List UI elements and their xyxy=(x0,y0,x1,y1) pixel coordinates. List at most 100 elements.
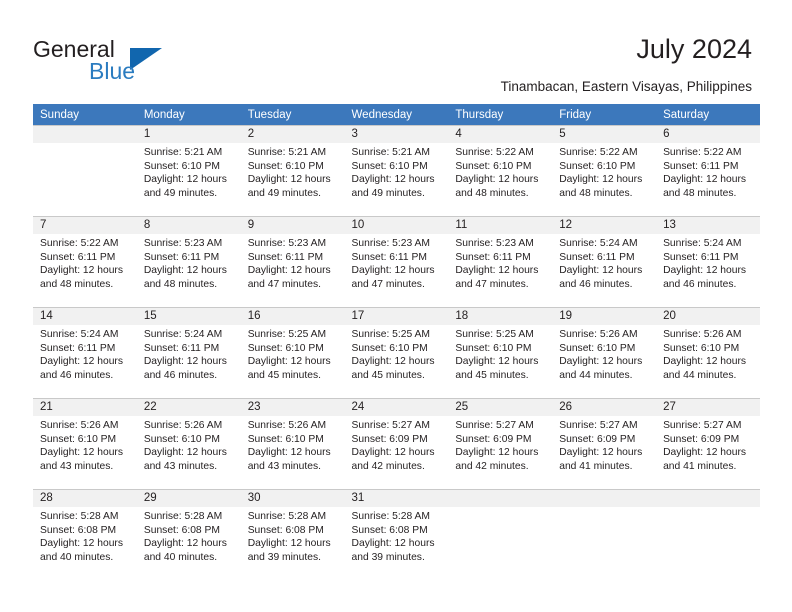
calendar-day-cell[interactable]: 25 Sunrise: 5:27 AM Sunset: 6:09 PM Dayligh… xyxy=(448,398,553,490)
day-details: Sunrise: 5:27 AM Sunset: 6:09 PM Daylight:… xyxy=(448,416,552,473)
location-subtitle: Tinambacan, Eastern Visayas, Philippines xyxy=(500,79,752,94)
day-number xyxy=(448,490,553,507)
day-details: Sunrise: 5:23 AM Sunset: 6:11 PM Daylight:… xyxy=(241,234,345,291)
daylight-text-line1: Daylight: 12 hours xyxy=(559,356,643,368)
daylight-text-line1: Daylight: 12 hours xyxy=(143,174,227,186)
calendar-day-cell[interactable]: 6 Sunrise: 5:22 AM Sunset: 6:11 PM Daylight… xyxy=(656,125,760,217)
calendar-day-cell[interactable]: 24 Sunrise: 5:27 AM Sunset: 6:09 PM Dayligh… xyxy=(344,398,449,490)
sunrise-text: Sunrise: 5:23 AM xyxy=(351,238,430,249)
calendar-day-cell[interactable]: 14 Sunrise: 5:24 AM Sunset: 6:11 PM Dayligh… xyxy=(33,307,137,399)
weekday-header-wednesday: Wednesday xyxy=(344,104,449,126)
calendar-week-row: 14 Sunrise: 5:24 AM Sunset: 6:11 PM Dayligh… xyxy=(33,307,760,399)
day-cell-content: 30 Sunrise: 5:28 AM Sunset: 6:08 PM Dayligh… xyxy=(240,490,345,580)
calendar-day-cell[interactable]: 1 Sunrise: 5:21 AM Sunset: 6:10 PM Daylight… xyxy=(136,125,241,217)
calendar-day-cell[interactable]: 30 Sunrise: 5:28 AM Sunset: 6:08 PM Dayligh… xyxy=(240,489,345,580)
day-details: Sunrise: 5:23 AM Sunset: 6:11 PM Daylight:… xyxy=(345,234,449,291)
calendar-day-cell[interactable]: 4 Sunrise: 5:22 AM Sunset: 6:10 PM Daylight… xyxy=(448,125,553,217)
daylight-text-line2: and 48 minutes. xyxy=(143,278,218,290)
sunset-text: Sunset: 6:09 PM xyxy=(351,433,428,445)
calendar-day-cell[interactable]: 8 Sunrise: 5:23 AM Sunset: 6:11 PM Daylight… xyxy=(136,216,241,308)
day-number: 22 xyxy=(136,399,241,416)
calendar-day-cell[interactable]: 20 Sunrise: 5:26 AM Sunset: 6:10 PM Dayligh… xyxy=(656,307,760,399)
day-number: 10 xyxy=(344,217,449,234)
day-cell-content: 31 Sunrise: 5:28 AM Sunset: 6:08 PM Dayligh… xyxy=(344,490,449,580)
day-number: 27 xyxy=(656,399,760,416)
calendar-day-cell[interactable] xyxy=(448,489,553,580)
calendar-day-cell[interactable]: 29 Sunrise: 5:28 AM Sunset: 6:08 PM Dayligh… xyxy=(136,489,241,580)
day-number: 7 xyxy=(33,217,137,234)
calendar-day-cell[interactable]: 15 Sunrise: 5:24 AM Sunset: 6:11 PM Dayligh… xyxy=(136,307,241,399)
weekday-header-saturday: Saturday xyxy=(656,104,760,126)
day-details: Sunrise: 5:26 AM Sunset: 6:10 PM Daylight:… xyxy=(552,325,656,382)
sunrise-text: Sunrise: 5:23 AM xyxy=(455,238,534,249)
day-cell-content: 16 Sunrise: 5:25 AM Sunset: 6:10 PM Dayligh… xyxy=(240,308,345,398)
daylight-text-line1: Daylight: 12 hours xyxy=(247,538,331,550)
calendar-day-cell[interactable]: 26 Sunrise: 5:27 AM Sunset: 6:09 PM Dayligh… xyxy=(552,398,657,490)
day-details: Sunrise: 5:22 AM Sunset: 6:11 PM Daylight:… xyxy=(656,143,760,200)
day-details: Sunrise: 5:21 AM Sunset: 6:10 PM Daylight:… xyxy=(241,143,345,200)
day-cell-content: 10 Sunrise: 5:23 AM Sunset: 6:11 PM Dayligh… xyxy=(344,217,449,307)
weekday-header-monday: Monday xyxy=(136,104,241,126)
calendar-day-cell[interactable]: 31 Sunrise: 5:28 AM Sunset: 6:08 PM Dayligh… xyxy=(344,489,449,580)
daylight-text-line1: Daylight: 12 hours xyxy=(351,447,435,459)
daylight-text-line1: Daylight: 12 hours xyxy=(663,447,747,459)
daylight-text-line1: Daylight: 12 hours xyxy=(559,265,643,277)
day-details: Sunrise: 5:26 AM Sunset: 6:10 PM Daylight:… xyxy=(137,416,241,473)
sunset-text: Sunset: 6:10 PM xyxy=(663,342,740,354)
calendar-day-cell[interactable]: 10 Sunrise: 5:23 AM Sunset: 6:11 PM Dayligh… xyxy=(344,216,449,308)
calendar-day-cell[interactable]: 23 Sunrise: 5:26 AM Sunset: 6:10 PM Dayligh… xyxy=(240,398,345,490)
calendar-day-cell[interactable]: 2 Sunrise: 5:21 AM Sunset: 6:10 PM Daylight… xyxy=(240,125,345,217)
calendar-day-cell[interactable]: 13 Sunrise: 5:24 AM Sunset: 6:11 PM Dayligh… xyxy=(656,216,760,308)
sunrise-text: Sunrise: 5:25 AM xyxy=(455,329,534,340)
day-details: Sunrise: 5:21 AM Sunset: 6:10 PM Daylight:… xyxy=(345,143,449,200)
day-cell-content: 5 Sunrise: 5:22 AM Sunset: 6:10 PM Daylight… xyxy=(552,126,657,216)
calendar-day-cell[interactable]: 18 Sunrise: 5:25 AM Sunset: 6:10 PM Dayligh… xyxy=(448,307,553,399)
day-cell-content: 6 Sunrise: 5:22 AM Sunset: 6:11 PM Daylight… xyxy=(656,126,760,216)
calendar-day-cell[interactable]: 21 Sunrise: 5:26 AM Sunset: 6:10 PM Dayligh… xyxy=(33,398,137,490)
daylight-text-line2: and 46 minutes. xyxy=(143,369,218,381)
calendar-day-cell[interactable] xyxy=(656,489,760,580)
daylight-text-line2: and 48 minutes. xyxy=(559,187,633,199)
day-number: 12 xyxy=(552,217,657,234)
day-details: Sunrise: 5:26 AM Sunset: 6:10 PM Daylight:… xyxy=(241,416,345,473)
calendar-week-row: 7 Sunrise: 5:22 AM Sunset: 6:11 PM Daylight… xyxy=(33,216,760,308)
daylight-text-line1: Daylight: 12 hours xyxy=(351,265,435,277)
calendar-day-cell[interactable]: 17 Sunrise: 5:25 AM Sunset: 6:10 PM Dayligh… xyxy=(344,307,449,399)
calendar-day-cell[interactable]: 19 Sunrise: 5:26 AM Sunset: 6:10 PM Dayligh… xyxy=(552,307,657,399)
calendar-day-cell[interactable]: 22 Sunrise: 5:26 AM Sunset: 6:10 PM Dayligh… xyxy=(136,398,241,490)
calendar-day-cell[interactable]: 7 Sunrise: 5:22 AM Sunset: 6:11 PM Daylight… xyxy=(33,216,137,308)
day-cell-content xyxy=(552,490,657,580)
calendar-day-cell[interactable]: 16 Sunrise: 5:25 AM Sunset: 6:10 PM Dayligh… xyxy=(240,307,345,399)
day-cell-content: 15 Sunrise: 5:24 AM Sunset: 6:11 PM Dayligh… xyxy=(136,308,241,398)
calendar-day-cell[interactable]: 27 Sunrise: 5:27 AM Sunset: 6:09 PM Dayligh… xyxy=(656,398,760,490)
calendar-day-cell[interactable]: 12 Sunrise: 5:24 AM Sunset: 6:11 PM Dayligh… xyxy=(552,216,657,308)
calendar-day-cell[interactable]: 3 Sunrise: 5:21 AM Sunset: 6:10 PM Daylight… xyxy=(344,125,449,217)
calendar-day-cell[interactable]: 28 Sunrise: 5:28 AM Sunset: 6:08 PM Dayligh… xyxy=(33,489,137,580)
day-number: 24 xyxy=(344,399,449,416)
day-details: Sunrise: 5:25 AM Sunset: 6:10 PM Daylight:… xyxy=(448,325,552,382)
day-details: Sunrise: 5:25 AM Sunset: 6:10 PM Daylight:… xyxy=(241,325,345,382)
daylight-text-line1: Daylight: 12 hours xyxy=(143,447,227,459)
calendar-day-cell[interactable]: 9 Sunrise: 5:23 AM Sunset: 6:11 PM Daylight… xyxy=(240,216,345,308)
calendar-day-cell[interactable] xyxy=(552,489,657,580)
calendar-day-cell[interactable]: 11 Sunrise: 5:23 AM Sunset: 6:11 PM Dayligh… xyxy=(448,216,553,308)
daylight-text-line2: and 45 minutes. xyxy=(351,369,425,381)
daylight-text-line2: and 47 minutes. xyxy=(351,278,425,290)
brand-logo[interactable]: General Blue xyxy=(33,36,243,92)
daylight-text-line1: Daylight: 12 hours xyxy=(663,356,747,368)
sunrise-text: Sunrise: 5:23 AM xyxy=(143,238,223,249)
day-details: Sunrise: 5:25 AM Sunset: 6:10 PM Daylight:… xyxy=(345,325,449,382)
day-cell-content: 18 Sunrise: 5:25 AM Sunset: 6:10 PM Dayligh… xyxy=(448,308,553,398)
day-number: 8 xyxy=(136,217,241,234)
sunrise-text: Sunrise: 5:27 AM xyxy=(663,420,742,431)
day-cell-content: 14 Sunrise: 5:24 AM Sunset: 6:11 PM Dayligh… xyxy=(33,308,137,398)
calendar-day-cell[interactable] xyxy=(33,125,137,217)
weekday-header-sunday: Sunday xyxy=(33,104,137,126)
sunset-text: Sunset: 6:11 PM xyxy=(455,251,531,263)
day-cell-content: 24 Sunrise: 5:27 AM Sunset: 6:09 PM Dayligh… xyxy=(344,399,449,489)
day-number: 25 xyxy=(448,399,553,416)
day-cell-content: 21 Sunrise: 5:26 AM Sunset: 6:10 PM Dayligh… xyxy=(33,399,137,489)
sunset-text: Sunset: 6:09 PM xyxy=(663,433,740,445)
daylight-text-line2: and 44 minutes. xyxy=(559,369,633,381)
calendar-day-cell[interactable]: 5 Sunrise: 5:22 AM Sunset: 6:10 PM Daylight… xyxy=(552,125,657,217)
